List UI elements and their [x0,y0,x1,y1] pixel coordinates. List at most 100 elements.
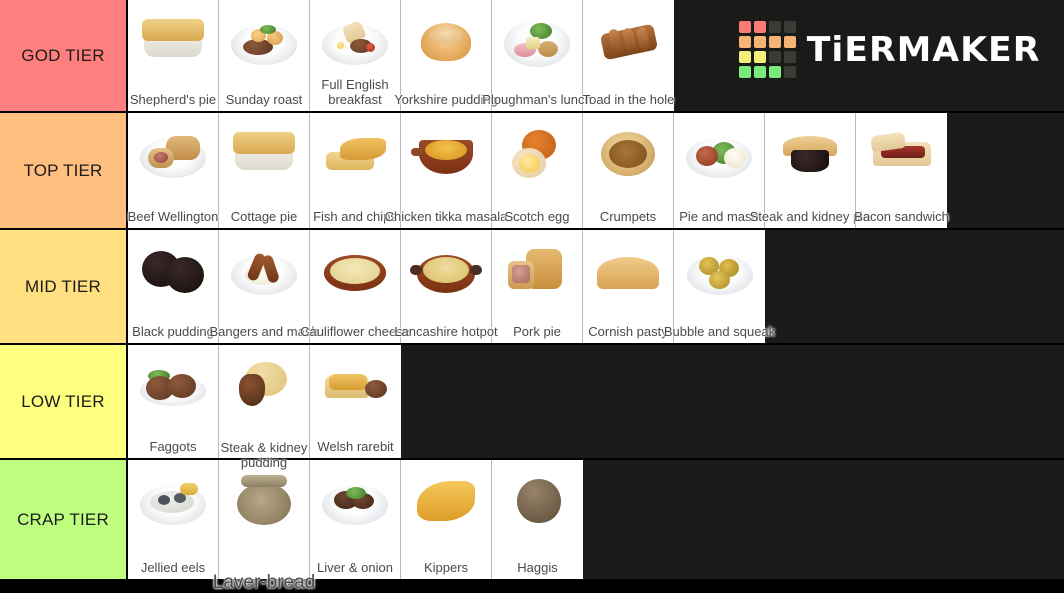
item-image [128,4,219,76]
tier-items-strip[interactable]: Beef Wellington Cottage pie Fish and chips… [128,113,1064,228]
item-caption: Fish and chips [313,209,397,224]
logo-cell-yellow [753,51,766,63]
item-caption: Bacon sandwich [854,209,949,224]
item-image [128,234,219,306]
tier-item[interactable]: Shepherd's pie [128,0,219,111]
tier-item[interactable]: Faggots [128,345,219,458]
tier-item[interactable]: Toad in the hole [583,0,674,111]
tier-item[interactable]: Welsh rarebit [310,345,401,458]
tiermaker-logo: TiERMAKER [738,21,1041,78]
logo-cell-orange [768,36,781,48]
tier-item[interactable]: Lancashire hotpot [394,230,498,343]
tier-item[interactable]: Fish and chips [310,113,401,228]
item-caption: Welsh rarebit [317,439,394,454]
tier-item[interactable]: Cornish pasty [583,230,674,343]
item-caption: Cottage pie [230,209,298,224]
tier-item[interactable]: Yorkshire pudding [394,0,498,111]
tier-label-crap-tier[interactable]: CRAP TIER [0,460,128,579]
tier-item[interactable]: Pie and mash [674,113,765,228]
tier-item[interactable]: Ploughman's lunch [482,0,592,111]
tier-item[interactable]: Liver & onion [310,460,401,579]
steak-kidney-pudding-thumbnail [227,354,301,416]
tier-item[interactable]: Full English breakfast [310,0,401,111]
tier-item[interactable]: Bubble and squeak [664,230,775,343]
item-image [219,234,310,306]
tier-item[interactable]: Jellied eels [128,460,219,579]
shepherds-pie-thumbnail [136,9,210,71]
item-caption: Bubble and squeak [663,324,776,339]
chicken-tikka-masala-thumbnail [409,122,483,184]
tier-items-strip[interactable]: Faggots Steak & kidney pudding Welsh rareb… [128,345,1064,470]
item-image [856,117,947,189]
tier-label-top-tier[interactable]: TOP TIER [0,113,128,228]
item-image [219,117,310,189]
laverbread-thumbnail [227,469,301,531]
tier-item[interactable]: Bacon sandwich [854,113,949,228]
logo-cell-green [768,66,781,78]
scotch-egg-thumbnail [500,122,574,184]
tier-items-strip[interactable]: Jellied eels Laver-bread Liver & onion Kipp… [128,460,1064,593]
cottage-pie-thumbnail [227,122,301,184]
lancashire-hotpot-thumbnail [409,239,483,301]
pie-and-mash-thumbnail [682,122,756,184]
tier-item[interactable]: Chicken tikka masala [385,113,507,228]
item-caption: Cornish pasty [588,324,668,339]
item-caption: Sunday roast [225,92,303,107]
item-image [219,464,310,536]
item-caption: Liver & onion [317,560,393,575]
tier-item[interactable]: Steak and kidney pie [750,113,870,228]
tier-item[interactable]: Scotch egg [492,113,583,228]
tier-label-god-tier[interactable]: GOD TIER [0,0,128,111]
item-image [492,4,583,76]
item-image [401,464,492,536]
tiermaker-wordmark: TiERMAKER [806,29,1041,70]
faggots-thumbnail [136,354,210,416]
item-caption: Shepherd's pie [129,92,217,107]
tier-item[interactable]: Sunday roast [219,0,310,111]
tier-items-strip[interactable]: Black pudding Bangers and mash Cauliflower… [128,230,1064,343]
tier-item[interactable]: Cauliflower cheese [300,230,410,343]
sunday-roast-thumbnail [227,9,301,71]
item-image [219,349,310,421]
beef-wellington-thumbnail [136,122,210,184]
tier-item[interactable]: Cottage pie [219,113,310,228]
welsh-rarebit-thumbnail [319,354,393,416]
tiermaker-logo-grid [738,21,796,78]
item-caption: Ploughman's lunch [482,92,592,107]
logo-cell-orange [783,36,796,48]
item-image [219,4,310,76]
item-image [310,4,401,76]
crumpets-thumbnail [591,122,665,184]
tier-item[interactable]: Black pudding [128,230,219,343]
tier-label-low-tier[interactable]: LOW TIER [0,345,128,458]
tier-item[interactable]: Pork pie [492,230,583,343]
pork-pie-thumbnail [500,239,574,301]
tier-item[interactable]: Steak & kidney pudding [219,345,310,470]
tier-item[interactable]: Haggis [492,460,583,579]
tier-item[interactable]: Beef Wellington [128,113,219,228]
item-image [128,117,219,189]
kippers-thumbnail [409,469,483,531]
item-image [674,117,765,189]
jellied-eels-thumbnail [136,469,210,531]
logo-cell-orange [738,36,751,48]
item-image [401,117,492,189]
item-image [492,117,583,189]
haggis-thumbnail [501,469,575,531]
logo-cell-yellow [738,51,751,63]
item-image [492,464,583,536]
item-image [583,234,674,306]
tier-item[interactable]: Crumpets [583,113,674,228]
bubble-and-squeak-thumbnail [683,239,757,301]
logo-cell-empty [768,51,781,63]
tier-row: LOW TIER Faggots Steak & kidney pudding Wel… [0,345,1064,470]
tier-label-mid-tier[interactable]: MID TIER [0,230,128,343]
tier-item[interactable]: Bangers and mash [209,230,319,343]
tier-item[interactable]: Laver-bread [213,460,315,593]
item-caption: Crumpets [599,209,657,224]
item-caption: Beef Wellington [127,209,219,224]
tier-item[interactable]: Kippers [401,460,492,579]
toad-in-the-hole-thumbnail [592,9,666,71]
item-image [310,464,401,536]
item-image [401,234,492,306]
